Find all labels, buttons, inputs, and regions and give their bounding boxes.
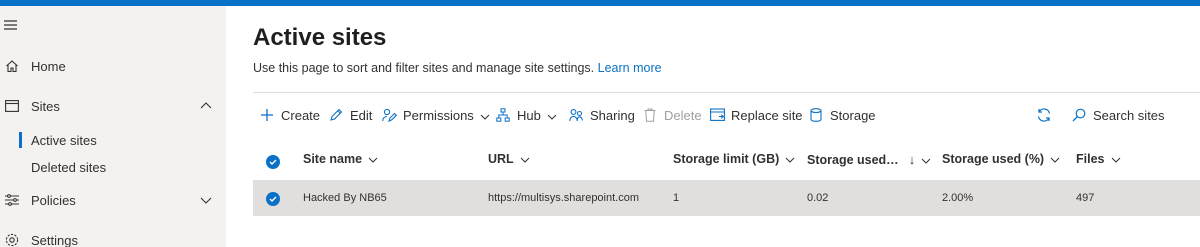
checkmark-icon [269,196,277,202]
storage-icon [808,107,824,123]
nav-item-home[interactable]: Home [0,48,226,84]
hub-label: Hub [517,107,541,123]
left-nav: Home Sites Active sites Deleted sites Po… [0,6,226,247]
chevron-down-icon [547,110,557,120]
sharing-label: Sharing [590,107,635,123]
replace-site-button[interactable]: Replace site [709,102,803,128]
chevron-down-icon [1111,154,1121,164]
nav-item-settings[interactable]: Settings [0,222,226,247]
permissions-icon [381,107,397,123]
column-header-storage-used-pct[interactable]: Storage used (%) [942,152,1060,166]
selected-indicator [19,132,22,148]
column-header-label: Site name [303,152,363,166]
delete-button[interactable]: Delete [642,102,702,128]
column-header-storage-limit[interactable]: Storage limit (GB) [673,152,795,166]
edit-button[interactable]: Edit [328,102,372,128]
divider [253,92,1200,93]
select-all-checkbox[interactable] [266,155,280,169]
description-text: Use this page to sort and filter sites a… [253,61,595,75]
nav-item-label: Sites [31,98,60,114]
replace-site-label: Replace site [731,107,803,123]
row-checkbox[interactable] [266,192,280,206]
chevron-down-icon [368,154,378,164]
cell-url: https://multisys.sharepoint.com [488,192,640,204]
checkmark-icon [269,159,277,165]
refresh-button[interactable] [1036,102,1058,128]
column-header-label: Storage used… [807,152,899,167]
search-icon [1071,107,1087,123]
home-icon [4,58,20,74]
nav-item-policies[interactable]: Policies [0,182,226,218]
column-header-label: Storage used (%) [942,152,1045,166]
plus-icon [259,107,275,123]
create-button[interactable]: Create [259,102,320,128]
replace-site-icon [709,107,725,123]
cell-site-name[interactable]: Hacked By NB65 [303,192,387,204]
learn-more-link[interactable]: Learn more [598,61,662,75]
edit-label: Edit [350,107,373,123]
cell-storage-used: 0.02 [807,192,829,204]
nav-subitem-active-sites[interactable]: Active sites [0,127,226,153]
cell-storage-limit: 1 [673,192,680,204]
column-header-label: Storage limit (GB) [673,152,780,166]
chevron-up-icon[interactable] [200,100,212,112]
column-header-label: URL [488,152,514,166]
permissions-button[interactable]: Permissions [381,102,490,128]
storage-label: Storage [830,107,876,123]
sort-descending-icon: ↓ [908,152,916,167]
delete-label: Delete [664,107,702,123]
nav-item-label: Home [31,58,66,74]
settings-icon [4,232,20,247]
nav-subitem-label: Deleted sites [31,159,107,175]
chevron-down-icon [480,110,490,120]
search-sites-button[interactable]: Search sites [1071,102,1165,128]
column-header-site-name[interactable]: Site name [303,152,378,166]
chevron-down-icon[interactable] [200,194,212,206]
hub-icon [495,107,511,123]
main-content: Active sites Use this page to sort and f… [226,6,1200,247]
hamburger-menu-icon[interactable] [4,18,20,32]
hub-button[interactable]: Hub [495,102,557,128]
chevron-down-icon [520,154,530,164]
nav-subitem-deleted-sites[interactable]: Deleted sites [0,154,226,180]
sites-icon [4,98,20,114]
create-label: Create [281,107,321,123]
sharing-icon [568,107,584,123]
nav-item-sites[interactable]: Sites [0,88,226,124]
page-description: Use this page to sort and filter sites a… [253,61,662,75]
column-header-files[interactable]: Files [1076,152,1121,166]
column-header-url[interactable]: URL [488,152,530,166]
search-sites-label: Search sites [1093,107,1165,123]
pencil-icon [328,107,344,123]
column-header-label: Files [1076,152,1105,166]
nav-item-label: Policies [31,192,76,208]
chevron-down-icon [1050,154,1060,164]
refresh-icon [1036,107,1052,123]
page-title: Active sites [253,24,387,51]
storage-button[interactable]: Storage [808,102,876,128]
table-row[interactable] [253,180,1200,216]
chevron-down-icon [785,154,795,164]
chevron-down-icon [921,155,931,165]
permissions-label: Permissions [403,107,474,123]
trash-icon [642,107,658,123]
cell-files: 497 [1076,192,1095,204]
column-header-storage-used[interactable]: Storage used… ↓ [807,152,931,167]
policies-icon [4,192,20,208]
cell-storage-used-pct: 2.00% [942,192,974,204]
nav-subitem-label: Active sites [31,132,97,148]
sharing-button[interactable]: Sharing [568,102,635,128]
nav-item-label: Settings [31,232,78,247]
